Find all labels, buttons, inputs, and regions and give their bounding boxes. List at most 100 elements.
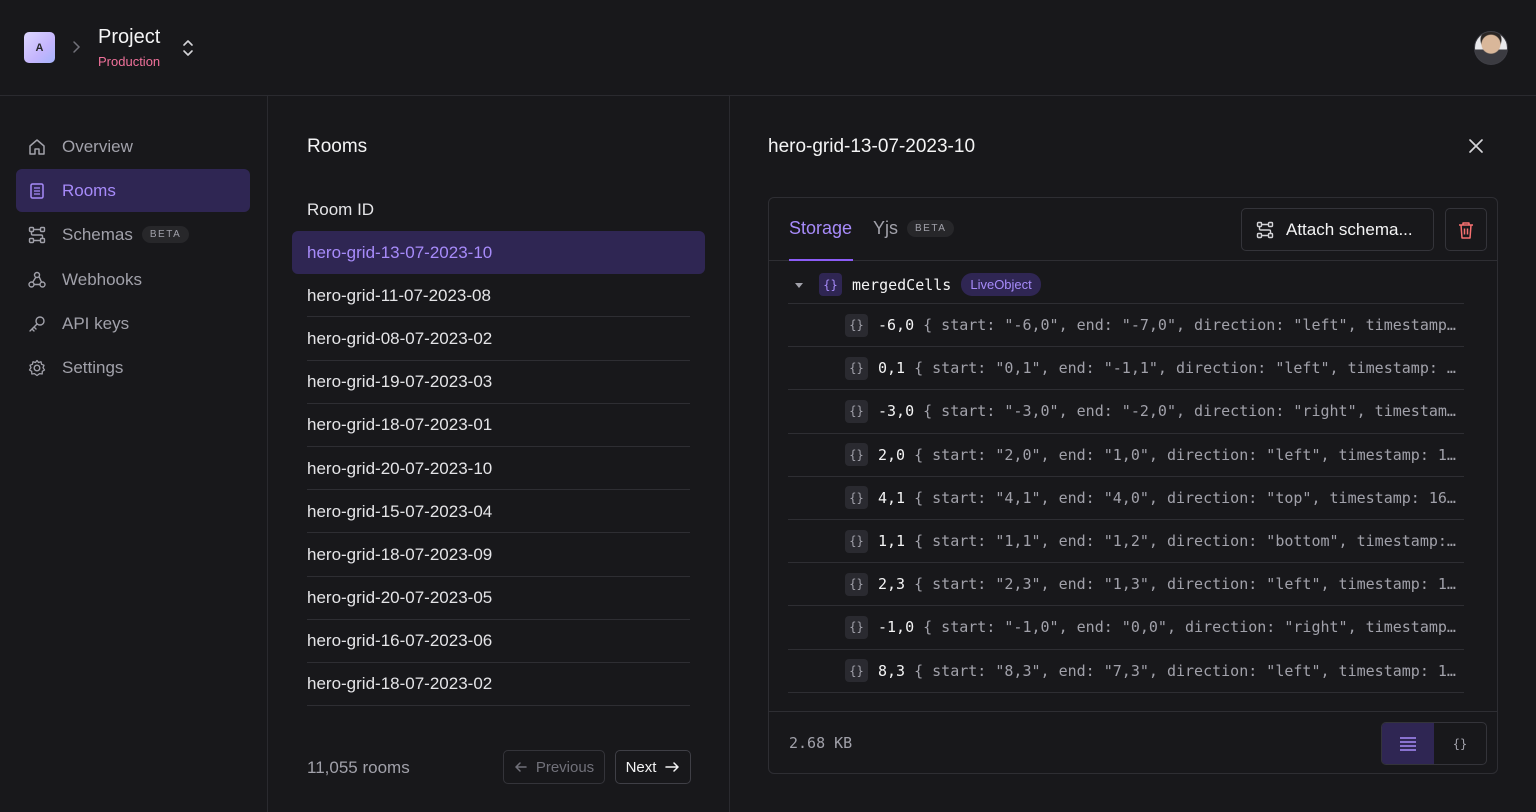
rooms-title: Rooms xyxy=(307,136,368,157)
sidebar-item-overview[interactable]: Overview xyxy=(16,125,250,168)
entry-value: { start: "2,3", end: "1,3", direction: "… xyxy=(914,575,1464,594)
webhooks-icon xyxy=(28,271,46,288)
storage-panel: Storage Yjs BETA Attach schema... {} mer… xyxy=(768,197,1498,774)
arrow-left-icon xyxy=(515,762,527,772)
rooms-icon xyxy=(30,182,44,199)
object-icon: {} xyxy=(845,486,868,510)
object-icon: {} xyxy=(845,399,868,423)
sidebar-item-schemas[interactable]: Schemas BETA xyxy=(16,213,250,256)
sidebar-item-label: Settings xyxy=(62,357,124,377)
sidebar-item-api-keys[interactable]: API keys xyxy=(16,302,250,345)
sidebar-item-label: Rooms xyxy=(62,180,116,200)
object-icon: {} xyxy=(845,313,868,337)
tree-entry[interactable]: {} 2,3 { start: "2,3", end: "1,3", direc… xyxy=(788,563,1464,607)
tree-root-row[interactable]: {} mergedCells LiveObject xyxy=(788,266,1464,304)
chevron-up-down-icon[interactable] xyxy=(180,38,196,58)
tab-storage[interactable]: Storage xyxy=(789,218,852,239)
attach-schema-label: Attach schema... xyxy=(1286,219,1413,239)
tabs-bar: Storage Yjs BETA Attach schema... xyxy=(769,198,1497,261)
entry-key: -1,0 xyxy=(878,618,915,637)
entry-key: 8,3 xyxy=(878,661,906,680)
sidebar-item-label: Webhooks xyxy=(62,269,143,289)
entry-key: 2,3 xyxy=(878,575,906,594)
sidebar-item-label: API keys xyxy=(62,313,130,333)
object-icon: {} xyxy=(845,659,868,683)
beta-badge: BETA xyxy=(141,226,190,243)
entry-key: -3,0 xyxy=(878,402,915,421)
next-label: Next xyxy=(625,758,657,776)
previous-button[interactable]: Previous xyxy=(503,750,605,784)
trash-icon xyxy=(1459,221,1473,239)
room-row[interactable]: hero-grid-16-07-2023-06 xyxy=(292,620,705,664)
entry-value: { start: "-3,0", end: "-2,0", direction:… xyxy=(923,402,1464,421)
top-bar: A Project Production xyxy=(0,0,1536,96)
view-toggle: {} xyxy=(1381,722,1487,765)
storage-tree: {} mergedCells LiveObject {} -6,0 { star… xyxy=(788,266,1464,693)
entry-value: { start: "0,1", end: "-1,1", direction: … xyxy=(914,359,1464,378)
tree-entry[interactable]: {} 8,3 { start: "8,3", end: "7,3", direc… xyxy=(788,650,1464,693)
entry-key: 4,1 xyxy=(878,488,906,507)
sidebar-item-webhooks[interactable]: Webhooks xyxy=(16,258,250,301)
entry-value: { start: "4,1", end: "4,0", direction: "… xyxy=(914,488,1464,507)
rooms-panel: Rooms Room ID hero-grid-13-07-2023-10 he… xyxy=(268,96,730,812)
room-row[interactable]: hero-grid-18-07-2023-02 xyxy=(292,663,705,707)
project-name[interactable]: Project xyxy=(98,26,160,49)
room-row[interactable]: hero-grid-20-07-2023-10 xyxy=(292,447,705,491)
schema-icon xyxy=(28,226,46,243)
beta-badge: BETA xyxy=(907,220,955,237)
org-avatar[interactable]: A xyxy=(24,32,55,63)
storage-size: 2.68 KB xyxy=(789,734,853,752)
panel-footer: 2.68 KB {} xyxy=(769,711,1497,773)
json-view-button[interactable]: {} xyxy=(1434,723,1486,764)
tab-yjs-label: Yjs xyxy=(873,218,899,238)
delete-room-button[interactable] xyxy=(1445,208,1487,251)
tree-entry[interactable]: {} -1,0 { start: "-1,0", end: "0,0", dir… xyxy=(788,606,1464,650)
home-icon xyxy=(29,138,45,155)
tree-entry[interactable]: {} 4,1 { start: "4,1", end: "4,0", direc… xyxy=(788,477,1464,520)
room-row[interactable]: hero-grid-11-07-2023-08 xyxy=(292,274,705,318)
attach-schema-button[interactable]: Attach schema... xyxy=(1241,208,1434,251)
caret-down-icon[interactable] xyxy=(792,278,806,292)
object-icon: {} xyxy=(845,572,868,596)
room-row[interactable]: hero-grid-13-07-2023-10 xyxy=(292,231,705,275)
arrow-right-icon xyxy=(665,762,680,772)
sidebar: Overview Rooms Schemas BETA Webhooks API… xyxy=(0,96,268,812)
room-row[interactable]: hero-grid-15-07-2023-04 xyxy=(292,490,705,534)
sidebar-item-rooms[interactable]: Rooms xyxy=(16,169,250,212)
entry-value: { start: "-1,0", end: "0,0", direction: … xyxy=(923,618,1464,637)
room-row[interactable]: hero-grid-19-07-2023-03 xyxy=(292,361,705,404)
object-icon: {} xyxy=(845,529,868,553)
tab-yjs[interactable]: Yjs BETA xyxy=(873,218,955,239)
previous-label: Previous xyxy=(535,758,595,776)
room-row[interactable]: hero-grid-08-07-2023-02 xyxy=(292,317,705,361)
active-tab-indicator xyxy=(789,259,853,261)
next-button[interactable]: Next xyxy=(615,750,691,784)
room-row[interactable]: hero-grid-18-07-2023-01 xyxy=(292,404,705,448)
tree-entry[interactable]: {} 2,0 { start: "2,0", end: "1,0", direc… xyxy=(788,434,1464,477)
sidebar-item-label: Overview xyxy=(62,136,133,156)
entry-key: 2,0 xyxy=(878,445,906,464)
tree-view-button[interactable] xyxy=(1382,723,1434,764)
schema-icon xyxy=(1256,221,1274,238)
object-icon: {} xyxy=(819,273,842,296)
tree-entry[interactable]: {} 0,1 { start: "0,1", end: "-1,1", dire… xyxy=(788,347,1464,391)
user-avatar[interactable] xyxy=(1474,31,1508,65)
tree-entry[interactable]: {} 1,1 { start: "1,1", end: "1,2", direc… xyxy=(788,520,1464,564)
room-list: hero-grid-13-07-2023-10 hero-grid-11-07-… xyxy=(292,231,705,707)
entry-key: 0,1 xyxy=(878,359,906,378)
chevron-right-icon xyxy=(73,41,81,53)
type-badge: LiveObject xyxy=(961,273,1041,296)
object-icon: {} xyxy=(845,356,868,380)
root-key: mergedCells xyxy=(852,275,952,294)
gear-icon xyxy=(28,359,46,376)
room-row[interactable]: hero-grid-20-07-2023-05 xyxy=(292,577,705,620)
entry-value: { start: "-6,0", end: "-7,0", direction:… xyxy=(923,316,1464,335)
tree-entry[interactable]: {} -3,0 { start: "-3,0", end: "-2,0", di… xyxy=(788,390,1464,434)
sidebar-item-settings[interactable]: Settings xyxy=(16,346,250,389)
environment-label: Production xyxy=(98,54,161,69)
tree-entry[interactable]: {} -6,0 { start: "-6,0", end: "-7,0", di… xyxy=(788,304,1464,348)
close-icon[interactable] xyxy=(1464,134,1488,158)
entry-value: { start: "1,1", end: "1,2", direction: "… xyxy=(914,532,1464,551)
entry-key: -6,0 xyxy=(878,316,915,335)
room-row[interactable]: hero-grid-18-07-2023-09 xyxy=(292,533,705,577)
